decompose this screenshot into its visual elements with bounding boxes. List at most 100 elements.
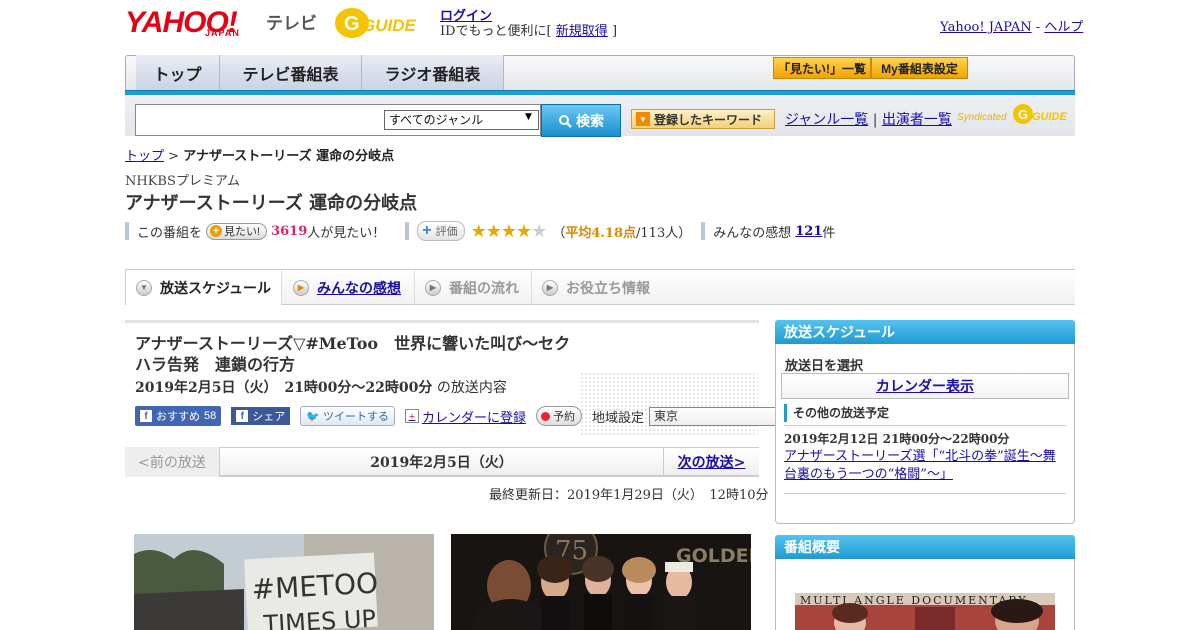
- tab-schedule[interactable]: ▼ 放送スケジュール: [125, 270, 282, 305]
- tweet-button[interactable]: 🐦 ツイートする: [300, 406, 395, 426]
- registered-keyword-button[interactable]: ▼ 登録したキーワード: [631, 109, 775, 129]
- reserve-button-label: 予約: [552, 411, 575, 423]
- plus-icon: +: [422, 222, 432, 239]
- tv-logo-label[interactable]: テレビ: [266, 9, 317, 34]
- kansou-suffix: 件: [822, 225, 836, 241]
- yahoo-japan-link[interactable]: Yahoo! JAPAN: [940, 20, 1032, 35]
- gguide-logo-text: GUIDE: [362, 16, 417, 35]
- region-select[interactable]: 東京 ▼: [648, 406, 789, 426]
- registered-keyword-label: 登録したキーワード: [654, 112, 763, 127]
- channel-name: NHKBSプレミアム: [125, 174, 240, 189]
- nav-tab-radio-schedule[interactable]: ラジオ番組表: [362, 55, 504, 91]
- stat-divider: [405, 222, 410, 240]
- tab-useful-info-label: お役立ち情報: [566, 279, 650, 296]
- breadcrumb-top-link[interactable]: トップ: [125, 149, 164, 164]
- other-broadcasts-header: その他の放送予定: [784, 404, 889, 422]
- avg-prefix: （: [552, 225, 566, 241]
- divider: [784, 425, 1066, 426]
- next-broadcast-link[interactable]: 次の放送>: [663, 447, 759, 477]
- stat-divider: [701, 222, 706, 240]
- chevron-right-icon: ▶: [293, 279, 309, 296]
- performer-list-link[interactable]: 出演者一覧: [882, 112, 952, 128]
- avg-suffix: /113人）: [636, 225, 692, 241]
- nav-tab-tv-schedule[interactable]: テレビ番組表: [220, 55, 362, 91]
- link-separator: |: [872, 112, 878, 128]
- facebook-share-button[interactable]: f シェア: [231, 407, 291, 425]
- evaluate-button[interactable]: + 評価: [417, 221, 465, 241]
- star-icon: ★: [500, 220, 517, 242]
- facebook-recommend-count: 58: [204, 410, 217, 422]
- dropdown-arrow-icon: ▼: [636, 112, 650, 126]
- facebook-share-label: シェア: [252, 411, 286, 423]
- kansou-count-link[interactable]: 121: [795, 224, 822, 239]
- id-promo-prefix: IDでもっと便利に[: [440, 24, 552, 39]
- dropdown-arrow-icon: ▼: [525, 112, 532, 122]
- other-broadcast-date: 2019年2月12日 21時00分～22時00分: [784, 432, 1010, 446]
- divider: [784, 493, 1066, 494]
- mitai-button[interactable]: + 見たい!: [206, 222, 268, 240]
- tab-flow: ▶ 番組の流れ: [415, 270, 532, 305]
- facebook-recommend-label: おすすめ: [156, 411, 200, 423]
- chevron-right-icon: ▶: [425, 279, 441, 296]
- region-select-value: 東京: [653, 408, 678, 423]
- episode-datetime-value: 2019年2月5日（火） 21時00分～22時00分: [135, 380, 433, 396]
- twitter-bird-icon: 🐦: [306, 410, 320, 423]
- select-day-label: 放送日を選択: [785, 359, 864, 374]
- id-promo-text: IDでもっと便利に[ 新規取得 ]: [440, 20, 617, 39]
- poster-title-text: MULTI ANGLE DOCUMENTARY: [800, 594, 1028, 607]
- star-icon: ★: [516, 220, 532, 242]
- avg-rating: 平均4.18点: [565, 225, 637, 241]
- search-icon: [559, 114, 572, 128]
- genre-list-link[interactable]: ジャンル一覧: [785, 112, 868, 128]
- sidebar-summary-header: 番組概要: [775, 535, 1075, 559]
- facebook-icon: f: [236, 410, 249, 422]
- pager-current-date: 2019年2月5日（火）: [370, 455, 513, 471]
- gguide-logo[interactable]: G GUIDE: [334, 6, 432, 40]
- record-icon: [540, 411, 550, 421]
- search-button-label: 検索: [576, 112, 604, 129]
- nav-tab-top[interactable]: トップ: [136, 55, 220, 91]
- last-updated: 最終更新日：2019年1月29日（火） 12時10分: [489, 488, 769, 503]
- tab-flow-label: 番組の流れ: [449, 279, 519, 296]
- add-to-calendar-link[interactable]: + カレンダーに登録: [404, 407, 526, 426]
- header-dash: -: [1035, 20, 1041, 35]
- sidebar-schedule-header: 放送スケジュール: [775, 320, 1075, 344]
- gguide-small-logo: G GUIDE: [1013, 104, 1068, 124]
- golden-globes-image: 75 GOLDEN: [451, 534, 751, 630]
- plus-icon: +: [210, 225, 223, 237]
- prev-broadcast-button: <前の放送: [125, 447, 220, 477]
- star-empty-icon: ★: [531, 220, 547, 242]
- chevron-right-icon: ▶: [542, 279, 558, 296]
- reserve-button[interactable]: 予約: [535, 406, 582, 426]
- tab-schedule-label: 放送スケジュール: [160, 279, 272, 296]
- facebook-icon: f: [140, 410, 152, 422]
- add-to-calendar-label: カレンダーに登録: [421, 410, 526, 426]
- gguide-small-logo-text: GUIDE: [1032, 111, 1068, 123]
- evaluate-button-label: 評価: [435, 226, 458, 238]
- search-side-links: ジャンル一覧 | 出演者一覧: [785, 109, 952, 129]
- episode-datetime-suffix: の放送内容: [436, 380, 507, 396]
- nav-accent-bar: [125, 90, 1075, 95]
- other-broadcast-link[interactable]: アナザーストーリーズ選「“北斗の拳”誕生～舞台裏のもう一つの“格闘”～」: [784, 448, 1062, 484]
- breadcrumb-separator: >: [168, 149, 180, 164]
- calendar-icon: +: [404, 409, 419, 423]
- facebook-recommend-button[interactable]: f おすすめ 58: [135, 406, 222, 426]
- calendar-view-button[interactable]: カレンダー表示: [781, 373, 1069, 399]
- breadcrumb-current: アナザーストーリーズ 運命の分岐点: [183, 149, 395, 164]
- metoo-protest-image: #METOO TIMES UP: [134, 534, 434, 630]
- svg-text:G: G: [1018, 107, 1028, 122]
- share-row: f おすすめ 58 f シェア 🐦 ツイートする + カレンダーに登録 予約 地…: [135, 405, 789, 427]
- this-program-label: この番組を: [137, 225, 203, 241]
- my-bangumi-settings-button[interactable]: My番組表設定: [871, 57, 968, 79]
- mitai-list-button[interactable]: 「見たい!」一覧: [773, 57, 871, 79]
- register-link[interactable]: 新規取得: [556, 24, 608, 39]
- svg-text:G: G: [344, 13, 360, 35]
- yahoo-japan-label: JAPAN: [205, 28, 240, 38]
- genre-select[interactable]: すべてのジャンル: [384, 110, 539, 130]
- help-link[interactable]: ヘルプ: [1044, 20, 1083, 35]
- tab-kansou[interactable]: ▶ みんなの感想: [283, 270, 415, 305]
- search-button[interactable]: 検索: [541, 104, 621, 137]
- program-title: アナザーストーリーズ 運命の分岐点: [125, 193, 418, 214]
- region-label: 地域設定: [591, 410, 644, 426]
- star-icon: ★: [470, 220, 487, 242]
